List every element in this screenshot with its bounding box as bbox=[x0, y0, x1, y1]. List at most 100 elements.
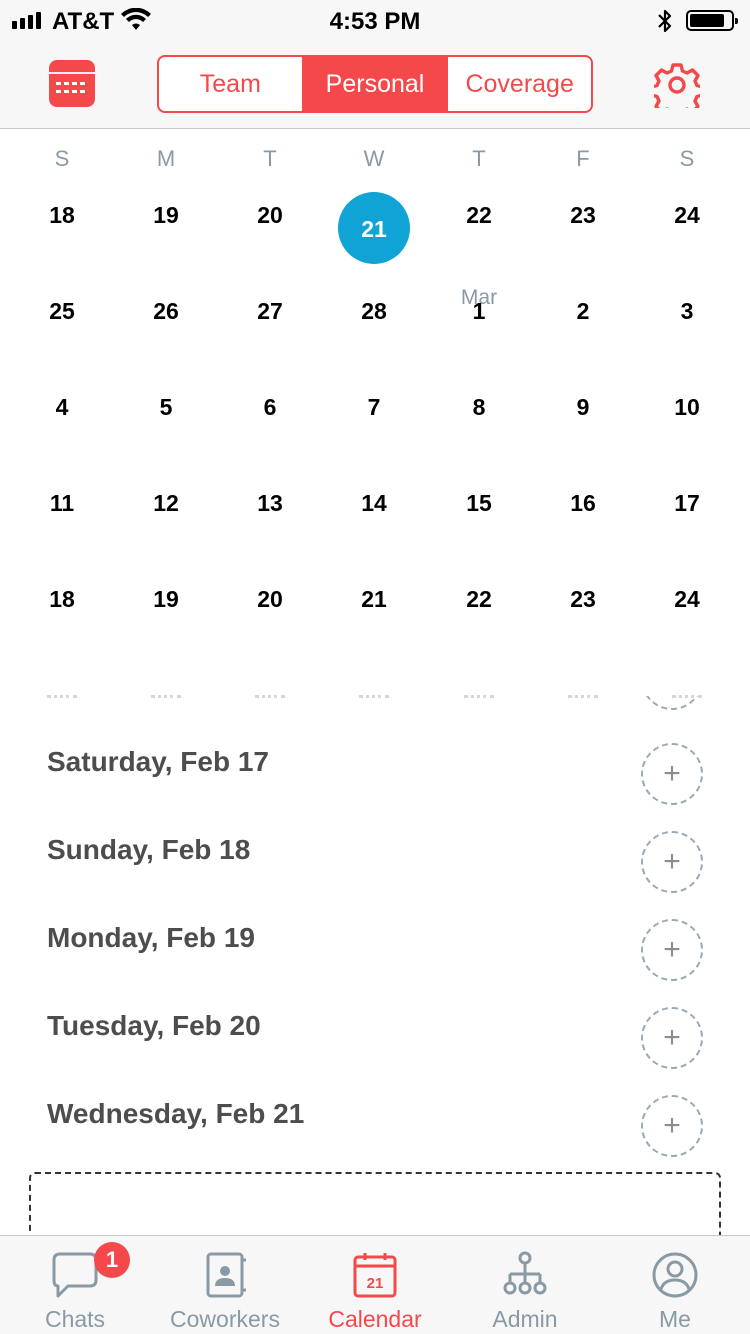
weekday-label: F bbox=[576, 146, 590, 171]
segment-coverage[interactable]: Coverage bbox=[448, 57, 591, 111]
calendar-day[interactable]: 26 bbox=[114, 276, 218, 348]
weekday-label: T bbox=[263, 146, 277, 171]
day-number: 23 bbox=[570, 202, 596, 228]
agenda-day-row: Sunday, Feb 18 + bbox=[0, 810, 750, 898]
calendar-day[interactable]: 17 bbox=[635, 468, 739, 540]
tab-me[interactable]: Me bbox=[600, 1236, 750, 1334]
calendar-day[interactable]: 4 bbox=[10, 372, 114, 444]
day-number: 7 bbox=[367, 394, 381, 420]
agenda-date-label: Sunday, Feb 18 bbox=[47, 834, 251, 865]
add-shift-button[interactable]: + bbox=[641, 831, 703, 893]
calendar-day[interactable]: 7 bbox=[322, 372, 426, 444]
calendar-day[interactable]: 23 bbox=[531, 180, 635, 252]
agenda-day-row: Wednesday, Feb 21 + bbox=[0, 1074, 750, 1162]
calendar-day[interactable]: 2 bbox=[531, 276, 635, 348]
day-number: 1 bbox=[472, 298, 486, 324]
day-number: 16 bbox=[570, 490, 596, 516]
add-shift-button[interactable]: + bbox=[641, 919, 703, 981]
day-number: 22 bbox=[466, 586, 492, 612]
add-shift-button[interactable]: + bbox=[641, 1007, 703, 1069]
calendar-day[interactable]: 24 bbox=[635, 180, 739, 252]
calendar-day[interactable]: 20 bbox=[218, 564, 322, 636]
calendar-day[interactable]: 6 bbox=[218, 372, 322, 444]
plus-icon: + bbox=[663, 757, 681, 790]
day-number: 18 bbox=[49, 202, 75, 228]
calendar-day[interactable]: 18 bbox=[10, 180, 114, 252]
bottom-tab-bar: 1 Chats Coworkers 21 Calendar Admin Me bbox=[0, 1235, 750, 1334]
segment-team[interactable]: Team bbox=[159, 57, 304, 111]
agenda-date-label: Monday, Feb 19 bbox=[47, 922, 255, 953]
battery-icon bbox=[686, 10, 738, 31]
tab-label: Chats bbox=[44, 1306, 106, 1332]
day-number: 17 bbox=[674, 490, 700, 516]
calendar-day[interactable]: 23 bbox=[531, 564, 635, 636]
day-number: 20 bbox=[257, 202, 283, 228]
add-shift-button-clipped[interactable] bbox=[641, 696, 703, 710]
tab-calendar[interactable]: 21 Calendar bbox=[300, 1236, 450, 1334]
calendar-day[interactable]: 14 bbox=[322, 468, 426, 540]
plus-icon: + bbox=[663, 1109, 681, 1142]
calendar-day[interactable]: 19 bbox=[114, 180, 218, 252]
contact-book-icon bbox=[200, 1250, 250, 1300]
calendar-day[interactable]: 20 bbox=[218, 180, 322, 252]
user-profile-icon bbox=[650, 1250, 700, 1300]
calendar-day[interactable]: 12 bbox=[114, 468, 218, 540]
day-number: 28 bbox=[361, 298, 387, 324]
day-number: 18 bbox=[49, 586, 75, 612]
agenda-list: Saturday, Feb 17 + Sunday, Feb 18 + Mond… bbox=[0, 696, 750, 1252]
day-number: 6 bbox=[263, 394, 277, 420]
calendar-day[interactable]: 27 bbox=[218, 276, 322, 348]
plus-icon: + bbox=[663, 933, 681, 966]
tab-label: Admin bbox=[492, 1306, 558, 1332]
day-number: 5 bbox=[159, 394, 173, 420]
tab-chats[interactable]: 1 Chats bbox=[0, 1236, 150, 1334]
weekday-label: T bbox=[472, 146, 486, 171]
calendar-grid-icon[interactable] bbox=[49, 60, 95, 107]
calendar-day[interactable]: 22 bbox=[427, 564, 531, 636]
tab-label: Me bbox=[659, 1306, 691, 1332]
view-segmented-control: Team Personal Coverage bbox=[157, 55, 593, 113]
day-number: 13 bbox=[257, 490, 283, 516]
add-shift-button[interactable]: + bbox=[641, 743, 703, 805]
calendar-day[interactable]: 3 bbox=[635, 276, 739, 348]
day-number: 19 bbox=[153, 202, 179, 228]
day-number: 10 bbox=[674, 394, 700, 420]
calendar-day[interactable]: 16 bbox=[531, 468, 635, 540]
calendar-day[interactable]: 10 bbox=[635, 372, 739, 444]
top-nav-bar: Team Personal Coverage bbox=[0, 40, 750, 129]
day-number: 12 bbox=[153, 490, 179, 516]
calendar-day[interactable]: 5 bbox=[114, 372, 218, 444]
calendar-day[interactable]: 19 bbox=[114, 564, 218, 636]
agenda-date-label: Wednesday, Feb 21 bbox=[47, 1098, 305, 1129]
calendar-day[interactable]: 25 bbox=[10, 276, 114, 348]
calendar-day[interactable]: 13 bbox=[218, 468, 322, 540]
day-number: 14 bbox=[361, 490, 387, 516]
calendar-day[interactable]: 24 bbox=[635, 564, 739, 636]
calendar-day[interactable]: 21 bbox=[322, 564, 426, 636]
calendar-day[interactable]: 28 bbox=[322, 276, 426, 348]
day-number: 3 bbox=[680, 298, 694, 324]
clock: 4:53 PM bbox=[329, 8, 421, 35]
tab-admin[interactable]: Admin bbox=[450, 1236, 600, 1334]
add-shift-button[interactable]: + bbox=[641, 1095, 703, 1157]
calendar-day[interactable]: Mar 1 bbox=[427, 276, 531, 348]
segment-personal[interactable]: Personal bbox=[303, 57, 449, 111]
calendar-day[interactable]: 8 bbox=[427, 372, 531, 444]
calendar-day[interactable]: 11 bbox=[10, 468, 114, 540]
day-number: 25 bbox=[49, 298, 75, 324]
agenda-day-row: Monday, Feb 19 + bbox=[0, 898, 750, 986]
day-number: 19 bbox=[153, 586, 179, 612]
weekday-label: S bbox=[54, 146, 70, 171]
day-number: 22 bbox=[466, 202, 492, 228]
tab-coworkers[interactable]: Coworkers bbox=[150, 1236, 300, 1334]
day-number: 21 bbox=[361, 586, 387, 612]
day-number: 27 bbox=[257, 298, 283, 324]
plus-icon: + bbox=[663, 845, 681, 878]
calendar-day[interactable]: 22 bbox=[427, 180, 531, 252]
calendar-day[interactable]: 15 bbox=[427, 468, 531, 540]
calendar-day[interactable]: 9 bbox=[531, 372, 635, 444]
calendar-day-today[interactable]: 21 bbox=[322, 180, 426, 276]
weekday-label: W bbox=[363, 146, 385, 171]
calendar-day[interactable]: 18 bbox=[10, 564, 114, 636]
gear-icon[interactable] bbox=[649, 62, 705, 119]
